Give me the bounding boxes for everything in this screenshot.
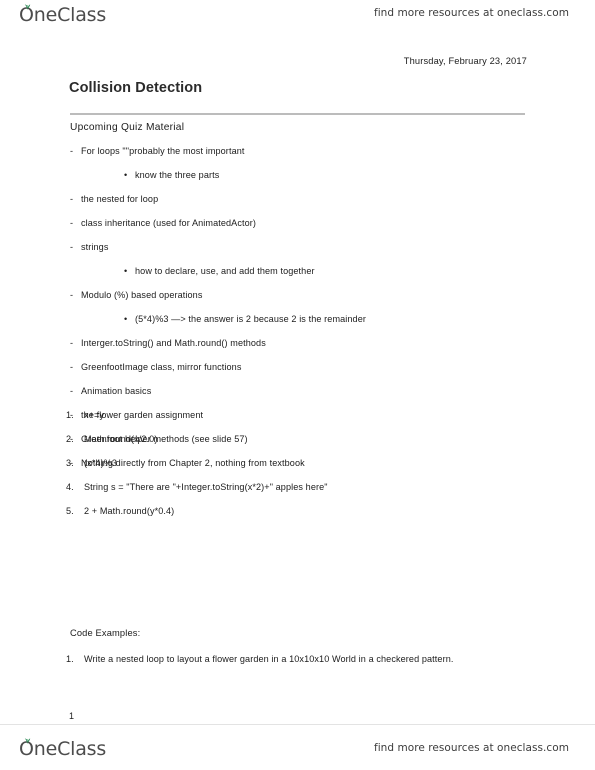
list-marker: - xyxy=(70,146,74,156)
footer-promo-text: find more resources at oneclass.com xyxy=(373,742,569,754)
list-item: 2. Math.round(x/2.0) xyxy=(0,434,595,458)
list-marker: 3. xyxy=(66,458,74,468)
document-date: Thursday, February 23, 2017 xyxy=(403,56,527,66)
list-item-text: GreenfootImage class, mirror functions xyxy=(81,362,242,372)
document-page: OneClass find more resources at oneclass… xyxy=(0,0,595,770)
list-item: - strings xyxy=(0,242,595,266)
list-marker: - xyxy=(70,362,74,372)
code-examples-heading: Code Examples: xyxy=(70,628,141,638)
list-item-text: String s = "There are "+Integer.toString… xyxy=(84,482,328,492)
oneclass-logo-footer[interactable]: OneClass xyxy=(19,737,106,761)
list-marker: • xyxy=(124,170,128,180)
list-item-text: 2 + Math.round(y*0.4) xyxy=(84,506,175,516)
list-marker: - xyxy=(70,386,74,396)
list-item-text: For loops ""probably the most important xyxy=(81,146,245,156)
page-title: Collision Detection xyxy=(69,80,203,96)
list-item-text: Interger.toString() and Math.round() met… xyxy=(81,338,266,348)
list-item: • how to declare, use, and add them toge… xyxy=(0,266,595,290)
oneclass-logo-header[interactable]: OneClass xyxy=(19,3,106,27)
list-item: - For loops ""probably the most importan… xyxy=(0,146,595,170)
list-item: - Interger.toString() and Math.round() m… xyxy=(0,338,595,362)
list-marker: - xyxy=(70,194,74,204)
numbered-list: 1. x+=y 2. Math.round(x/2.0) 3. (x*4)%3 … xyxy=(0,410,595,530)
list-item: 1. x+=y xyxy=(0,410,595,434)
list-item-text: Math.round(x/2.0) xyxy=(84,434,158,444)
list-item: - the nested for loop xyxy=(0,194,595,218)
list-marker: 2. xyxy=(66,434,74,444)
list-item-text: Animation basics xyxy=(81,386,152,396)
list-item: 3. (x*4)%3 xyxy=(0,458,595,482)
list-item: 4. String s = "There are "+Integer.toStr… xyxy=(0,482,595,506)
section-heading: Upcoming Quiz Material xyxy=(70,122,185,133)
page-footer: OneClass find more resources at oneclass… xyxy=(0,724,595,770)
list-marker: • xyxy=(124,266,128,276)
list-marker: • xyxy=(124,314,128,324)
title-divider xyxy=(70,113,525,115)
list-marker: 5. xyxy=(66,506,74,516)
list-item-text: Write a nested loop to layout a flower g… xyxy=(84,654,454,664)
code-examples-list: 1. Write a nested loop to layout a flowe… xyxy=(0,651,595,668)
list-item: - class inheritance (used for AnimatedAc… xyxy=(0,218,595,242)
list-marker: - xyxy=(70,290,74,300)
list-marker: 4. xyxy=(66,482,74,492)
oneclass-wordmark: OneClass xyxy=(19,738,107,760)
page-header: OneClass find more resources at oneclass… xyxy=(0,0,595,34)
list-item-text: class inheritance (used for AnimatedActo… xyxy=(81,218,257,228)
list-marker: - xyxy=(70,218,74,228)
list-item: - Animation basics xyxy=(0,386,595,410)
list-item-text: strings xyxy=(81,242,109,252)
header-promo-text: find more resources at oneclass.com xyxy=(373,7,569,19)
list-item: 5. 2 + Math.round(y*0.4) xyxy=(0,506,595,530)
list-item: - Modulo (%) based operations xyxy=(0,290,595,314)
list-item-text: (5*4)%3 —> the answer is 2 because 2 is … xyxy=(135,314,366,324)
list-item: - GreenfootImage class, mirror functions xyxy=(0,362,595,386)
document-content: Thursday, February 23, 2017 Collision De… xyxy=(0,34,595,724)
footer-divider xyxy=(0,724,595,725)
list-item-text: how to declare, use, and add them togeth… xyxy=(135,266,315,276)
page-number: 1 xyxy=(69,711,75,721)
list-item: • (5*4)%3 —> the answer is 2 because 2 i… xyxy=(0,314,595,338)
list-item: • know the three parts xyxy=(0,170,595,194)
list-item: 1. Write a nested loop to layout a flowe… xyxy=(0,651,595,668)
oneclass-wordmark: OneClass xyxy=(19,4,107,26)
list-item-text: the nested for loop xyxy=(81,194,159,204)
list-item-text: Modulo (%) based operations xyxy=(81,290,203,300)
list-marker: - xyxy=(70,338,74,348)
list-marker: - xyxy=(70,242,74,252)
list-marker: 1. xyxy=(66,410,74,420)
list-item-text: know the three parts xyxy=(135,170,220,180)
list-marker: 1. xyxy=(66,654,74,664)
